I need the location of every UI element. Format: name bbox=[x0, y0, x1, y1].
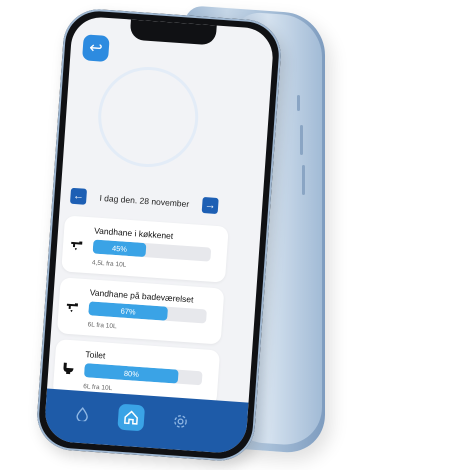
usage-bar: 80% bbox=[83, 363, 203, 386]
usage-amount: 4,5L fra 10L bbox=[91, 259, 127, 269]
usage-amount: 6L fra 10L bbox=[87, 321, 117, 331]
home-icon bbox=[123, 410, 138, 425]
arrow-right-icon: → bbox=[204, 199, 217, 212]
tab-home[interactable] bbox=[117, 403, 146, 432]
back-button[interactable]: ↩ bbox=[82, 34, 110, 63]
card-title: Vandhane i køkkenet bbox=[93, 225, 174, 241]
prev-day-button[interactable]: ← bbox=[69, 187, 88, 205]
arrow-left-icon: ← bbox=[72, 189, 85, 203]
tap-icon bbox=[68, 236, 85, 256]
usage-bar-fill: 67% bbox=[88, 301, 169, 321]
side-button bbox=[302, 165, 305, 195]
next-day-button[interactable]: → bbox=[201, 196, 219, 215]
bottom-navigation bbox=[43, 388, 249, 455]
progress-ring bbox=[94, 63, 202, 171]
tab-water[interactable] bbox=[68, 400, 96, 428]
usage-bar-fill: 45% bbox=[92, 239, 147, 258]
side-button bbox=[297, 95, 300, 111]
date-navigation: ← I dag den. 28 november → bbox=[69, 186, 219, 216]
date-label: I dag den. 28 november bbox=[99, 192, 190, 210]
toilet-icon bbox=[60, 359, 77, 379]
usage-card-kitchen[interactable]: Vandhane i køkkenet 45% 4,5L fra 10L bbox=[61, 215, 229, 283]
phone-screen: ↩ ← I dag den. 28 november → Vandhane i … bbox=[43, 15, 275, 455]
water-drop-icon bbox=[76, 407, 88, 422]
phone-front: ↩ ← I dag den. 28 november → Vandhane i … bbox=[34, 6, 284, 464]
notch bbox=[129, 19, 217, 46]
usage-bar: 45% bbox=[92, 239, 212, 262]
usage-card-bathroom[interactable]: Vandhane på badeværelset 67% 6L fra 10L bbox=[56, 277, 225, 345]
tap-icon bbox=[64, 298, 81, 318]
tab-settings[interactable] bbox=[166, 407, 194, 435]
card-title: Toilet bbox=[85, 349, 106, 361]
side-button bbox=[300, 125, 303, 155]
usage-bar-fill: 80% bbox=[83, 363, 180, 384]
return-icon: ↩ bbox=[88, 39, 104, 58]
settings-icon bbox=[173, 414, 187, 428]
usage-bar: 67% bbox=[88, 301, 207, 324]
